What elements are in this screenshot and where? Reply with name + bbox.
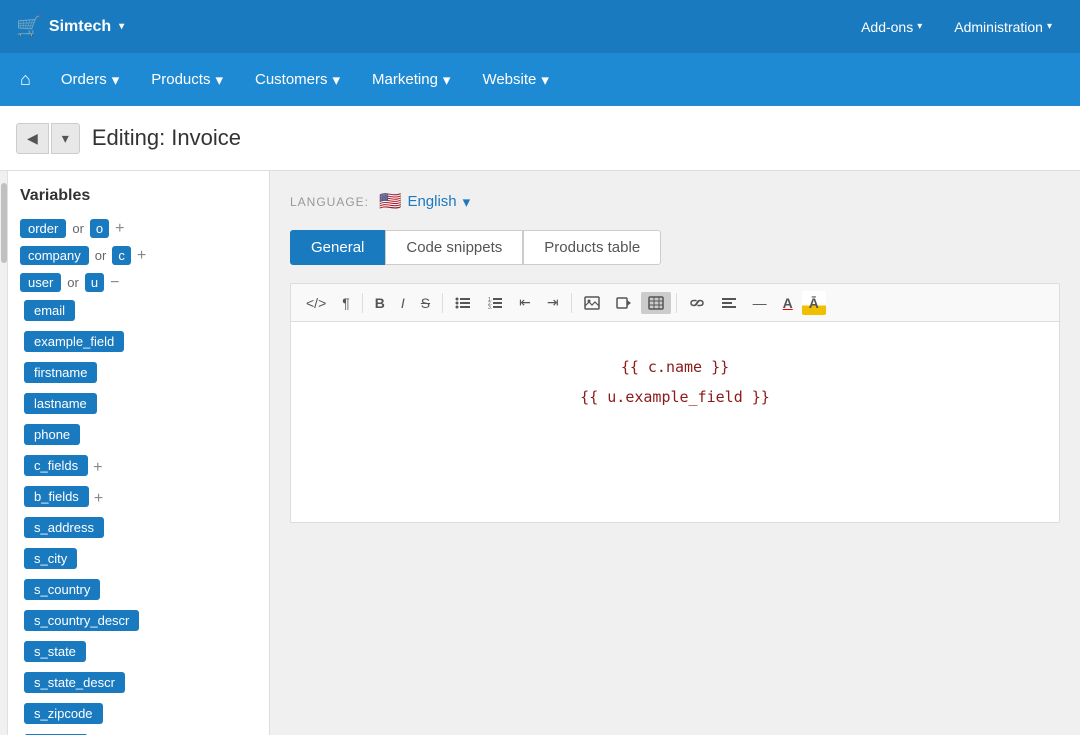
language-dropdown-icon: ▾ [463, 193, 471, 211]
home-button[interactable]: ⌂ [8, 61, 43, 98]
scroll-thumb [1, 183, 7, 263]
var-group-order: order or o + [20, 219, 257, 238]
language-select[interactable]: 🇺🇸 English ▾ [379, 191, 470, 212]
toolbar-strikethrough-button[interactable]: S [414, 291, 437, 315]
page-title: Editing: Invoice [92, 125, 241, 151]
var-s-country[interactable]: s_country [24, 579, 100, 600]
toolbar-outdent-button[interactable]: ⇤ [512, 290, 538, 315]
svg-text:3.: 3. [488, 305, 492, 310]
var-s-state[interactable]: s_state [24, 641, 86, 662]
user-vars-list: email example_field firstname lastname p… [20, 300, 257, 735]
toolbar-sep-2 [442, 293, 443, 313]
logo-text: Simtech [49, 18, 111, 36]
toolbar-sep-3 [571, 293, 572, 313]
addons-dropdown-icon: ▾ [917, 21, 922, 32]
content-area: LANGUAGE: 🇺🇸 English ▾ General Code snip… [270, 171, 1080, 735]
nav-orders[interactable]: Orders ▾ [47, 63, 133, 97]
nav-website[interactable]: Website ▾ [468, 63, 562, 97]
edit-bar: ◀ ▾ Editing: Invoice [0, 106, 1080, 171]
toolbar-bg-color-button[interactable]: Ā [802, 291, 826, 315]
website-dropdown-icon: ▾ [541, 71, 549, 89]
var-phone[interactable]: phone [24, 424, 80, 445]
language-label: LANGUAGE: [290, 195, 369, 209]
administration-dropdown-icon: ▾ [1047, 21, 1052, 32]
toolbar-image-button[interactable] [577, 292, 607, 314]
main-layout: Variables order or o + company or c + us… [0, 171, 1080, 735]
tab-products-table[interactable]: Products table [523, 230, 661, 265]
editor-toolbar: </> ¶ B I S 1.2.3. ⇤ ⇥ [291, 284, 1059, 322]
nav-customers[interactable]: Customers ▾ [241, 63, 354, 97]
toolbar-ul-button[interactable] [448, 292, 478, 314]
var-s-address[interactable]: s_address [24, 517, 104, 538]
toolbar-indent-button[interactable]: ⇥ [540, 290, 566, 315]
flag-icon: 🇺🇸 [379, 191, 401, 212]
sidebar: Variables order or o + company or c + us… [8, 171, 269, 735]
nav-marketing[interactable]: Marketing ▾ [358, 63, 464, 97]
var-group-user: user or u − [20, 273, 257, 292]
marketing-dropdown-icon: ▾ [443, 71, 451, 89]
var-order[interactable]: order [20, 219, 66, 238]
toolbar-align-button[interactable] [714, 293, 744, 313]
toolbar-paragraph-button[interactable]: ¶ [335, 291, 357, 315]
back-button[interactable]: ◀ [16, 123, 49, 154]
user-collapse-icon[interactable]: − [110, 274, 119, 292]
toolbar-video-button[interactable] [609, 292, 639, 314]
toolbar-ol-button[interactable]: 1.2.3. [480, 292, 510, 314]
toolbar-table-button[interactable] [641, 292, 671, 314]
var-user-short[interactable]: u [85, 273, 104, 292]
nav-products[interactable]: Products ▾ [137, 63, 237, 97]
var-s-zipcode[interactable]: s_zipcode [24, 703, 103, 724]
b-fields-expand-icon[interactable]: + [94, 490, 103, 508]
tab-general[interactable]: General [290, 230, 385, 265]
var-s-city[interactable]: s_city [24, 548, 77, 569]
toolbar-font-color-button[interactable]: A [776, 291, 800, 315]
toolbar-italic-button[interactable]: I [394, 291, 412, 315]
var-group-company: company or c + [20, 246, 257, 265]
customers-dropdown-icon: ▾ [333, 71, 341, 89]
var-s-country-descr[interactable]: s_country_descr [24, 610, 139, 631]
var-order-short[interactable]: o [90, 219, 109, 238]
var-company[interactable]: company [20, 246, 89, 265]
var-email[interactable]: email [24, 300, 75, 321]
addons-button[interactable]: Add-ons ▾ [849, 13, 934, 41]
orders-dropdown-icon: ▾ [112, 71, 120, 89]
tab-code-snippets[interactable]: Code snippets [385, 230, 523, 265]
top-bar: 🛒 Simtech ▾ Add-ons ▾ Administration ▾ [0, 0, 1080, 53]
language-bar: LANGUAGE: 🇺🇸 English ▾ [290, 191, 1060, 212]
toolbar-bold-button[interactable]: B [368, 291, 392, 315]
order-expand-icon[interactable]: + [115, 220, 124, 238]
var-c-fields[interactable]: c_fields [24, 455, 88, 476]
logo-dropdown-icon: ▾ [119, 21, 124, 32]
toolbar-sep-4 [676, 293, 677, 313]
products-dropdown-icon: ▾ [215, 71, 223, 89]
company-expand-icon[interactable]: + [137, 247, 146, 265]
editor-content[interactable]: {{ c.name }} {{ u.example_field }} [291, 322, 1059, 522]
var-user[interactable]: user [20, 273, 61, 292]
secondary-nav: ⌂ Orders ▾ Products ▾ Customers ▾ Market… [0, 53, 1080, 106]
toolbar-sep-1 [362, 293, 363, 313]
sidebar-title: Variables [20, 187, 257, 205]
logo-icon: 🛒 [16, 14, 41, 39]
var-example-field[interactable]: example_field [24, 331, 124, 352]
var-lastname[interactable]: lastname [24, 393, 97, 414]
var-s-state-descr[interactable]: s_state_descr [24, 672, 125, 693]
scroll-track[interactable] [0, 171, 8, 735]
toolbar-hr-button[interactable]: — [746, 291, 774, 315]
content-line-1: {{ c.name }} [311, 352, 1039, 382]
tab-bar: General Code snippets Products table [290, 230, 1060, 265]
editor-card: </> ¶ B I S 1.2.3. ⇤ ⇥ [290, 283, 1060, 523]
language-value: English [407, 193, 456, 210]
logo[interactable]: 🛒 Simtech ▾ [16, 14, 124, 39]
administration-button[interactable]: Administration ▾ [942, 13, 1064, 41]
var-firstname[interactable]: firstname [24, 362, 97, 383]
content-line-2: {{ u.example_field }} [311, 382, 1039, 412]
var-b-fields[interactable]: b_fields [24, 486, 89, 507]
toolbar-link-button[interactable] [682, 292, 712, 314]
c-fields-expand-icon[interactable]: + [93, 459, 102, 477]
toolbar-source-button[interactable]: </> [299, 291, 333, 315]
var-company-short[interactable]: c [112, 246, 131, 265]
dropdown-button[interactable]: ▾ [51, 123, 80, 154]
